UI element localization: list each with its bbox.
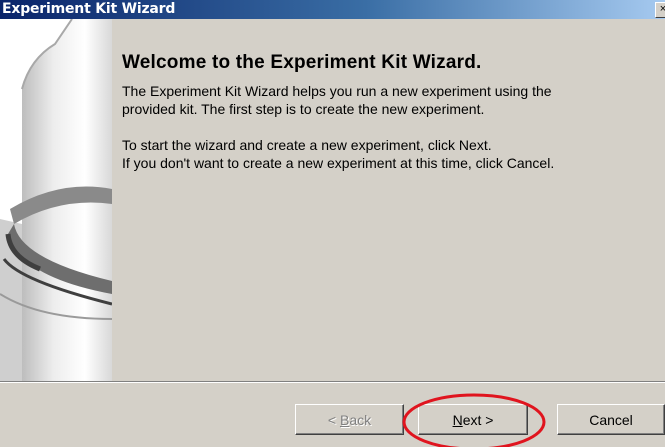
title-bar[interactable]: Experiment Kit Wizard × xyxy=(0,0,665,19)
page-title: Welcome to the Experiment Kit Wizard. xyxy=(122,52,482,73)
back-button-label: < Back xyxy=(327,411,372,428)
window-title: Experiment Kit Wizard xyxy=(2,1,176,17)
back-button[interactable]: < Back xyxy=(295,404,404,435)
instruction-text-next: To start the wizard and create a new exp… xyxy=(122,137,492,153)
wizard-window: Experiment Kit Wizard × Welcome to the E… xyxy=(0,0,665,447)
wizard-side-graphic xyxy=(0,19,112,381)
wizard-content: Welcome to the Experiment Kit Wizard. Th… xyxy=(112,19,665,381)
close-icon[interactable]: × xyxy=(655,2,665,18)
intro-text: The Experiment Kit Wizard helps you run … xyxy=(122,83,552,117)
instruction-text-cancel: If you don't want to create a new experi… xyxy=(122,155,555,171)
button-separator xyxy=(0,381,665,383)
next-button[interactable]: Next > xyxy=(418,404,528,435)
cancel-button[interactable]: Cancel xyxy=(557,404,665,435)
flask-illustration-icon xyxy=(0,19,112,381)
next-button-label: Next > xyxy=(452,411,494,428)
